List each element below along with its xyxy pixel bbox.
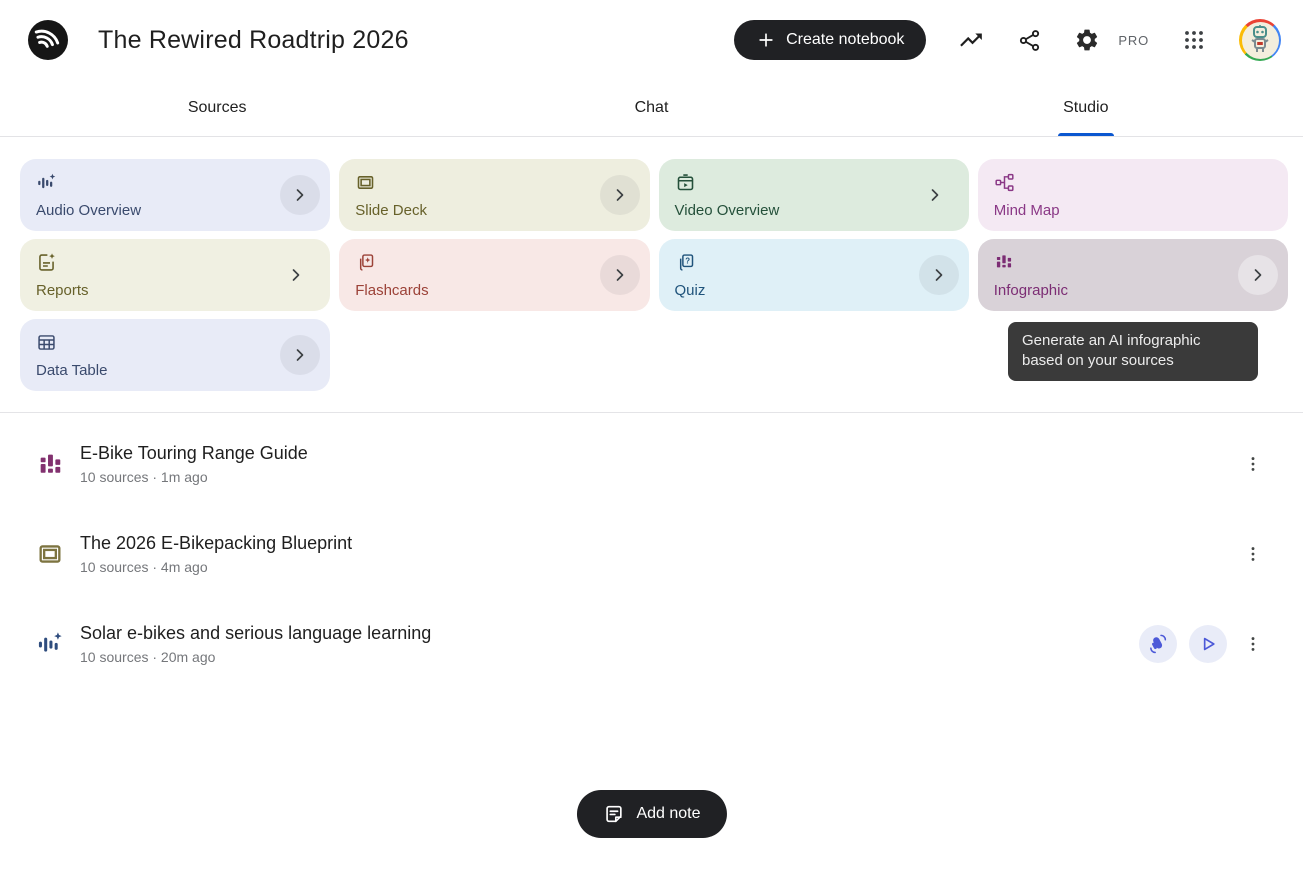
infographic-bars-icon [36,450,64,478]
settings-gear-icon[interactable] [1074,27,1100,53]
create-notebook-button[interactable]: Create notebook [734,20,926,60]
infographic-tooltip: Generate an AI infographic based on your… [1008,322,1258,381]
chevron-right-icon[interactable] [280,175,320,215]
tooltip-line2: based on your sources [1022,351,1244,371]
artifact-list: E-Bike Touring Range Guide 10 sources · … [0,413,1303,689]
card-label: Video Overview [675,202,953,219]
share-icon[interactable] [1016,27,1042,53]
pro-badge: PRO [1118,33,1149,48]
artifact-row-slide-deck[interactable]: The 2026 E-Bikepacking Blueprint 10 sour… [0,509,1303,599]
artifact-row-audio-overview[interactable]: Solar e-bikes and serious language learn… [0,599,1303,689]
audio-waveform-sparkle-icon [36,630,64,658]
studio-card-flashcards[interactable]: Flashcards [339,239,649,311]
slide-icon [355,172,633,198]
add-note-button[interactable]: Add note [576,790,726,838]
avatar-robot-image [1242,22,1279,59]
chevron-right-icon[interactable] [600,175,640,215]
chevron-right-icon[interactable] [276,255,316,295]
play-button[interactable] [1189,625,1227,663]
add-note-label: Add note [636,805,700,823]
interactive-mode-hand-button[interactable] [1139,625,1177,663]
apps-grid-icon[interactable] [1181,27,1207,53]
artifact-meta: 10 sources · 1m ago [80,469,308,485]
bar-chart-icon [994,252,1272,277]
studio-card-video-overview[interactable]: Video Overview [659,159,969,231]
notebooklm-logo-icon[interactable] [28,20,68,60]
chevron-right-icon[interactable] [280,335,320,375]
chevron-right-icon[interactable] [919,255,959,295]
more-options-kebab-icon[interactable] [1241,536,1265,572]
main-tabbar: Sources Chat Studio [0,80,1303,137]
studio-card-reports[interactable]: Reports [20,239,330,311]
artifact-row-infographic[interactable]: E-Bike Touring Range Guide 10 sources · … [0,419,1303,509]
plus-icon [756,30,776,50]
flashcards-star-icon [355,252,633,278]
card-label: Flashcards [355,282,633,299]
mind-map-nodes-icon [994,172,1272,198]
slide-deck-icon [36,540,64,568]
studio-card-audio-overview[interactable]: Audio Overview [20,159,330,231]
tab-studio[interactable]: Studio [869,80,1303,136]
studio-card-quiz[interactable]: ? Quiz [659,239,969,311]
card-label: Reports [36,282,314,299]
card-label: Quiz [675,282,953,299]
studio-card-infographic[interactable]: Infographic [978,239,1288,311]
more-options-kebab-icon[interactable] [1241,446,1265,482]
notebook-title[interactable]: The Rewired Roadtrip 2026 [98,26,409,55]
card-label: Mind Map [994,202,1272,219]
note-icon [602,803,624,825]
analytics-trending-up-icon[interactable] [958,27,984,53]
card-label: Audio Overview [36,202,314,219]
artifact-meta: 10 sources · 20m ago [80,649,431,665]
app-header: The Rewired Roadtrip 2026 Create noteboo… [0,0,1303,80]
tab-chat[interactable]: Chat [434,80,868,136]
more-options-kebab-icon[interactable] [1241,626,1265,662]
artifact-meta: 10 sources · 4m ago [80,559,352,575]
video-player-icon [675,172,953,198]
studio-card-slide-deck[interactable]: Slide Deck [339,159,649,231]
artifact-title: E-Bike Touring Range Guide [80,443,308,464]
card-label: Slide Deck [355,202,633,219]
audio-waveform-sparkle-icon [36,172,314,198]
card-label: Infographic [994,282,1272,299]
table-grid-icon [36,332,314,358]
notebooklm-app: The Rewired Roadtrip 2026 Create noteboo… [0,0,1303,887]
tooltip-line1: Generate an AI infographic [1022,331,1244,351]
chevron-right-icon[interactable] [1238,255,1278,295]
card-label: Data Table [36,362,314,379]
svg-text:?: ? [685,256,690,265]
report-sparkle-icon [36,252,314,278]
user-avatar[interactable] [1239,19,1281,61]
chevron-right-icon[interactable] [915,175,955,215]
artifact-title: The 2026 E-Bikepacking Blueprint [80,533,352,554]
studio-card-data-table[interactable]: Data Table [20,319,330,391]
studio-card-mind-map[interactable]: Mind Map [978,159,1288,231]
chevron-right-icon[interactable] [600,255,640,295]
create-notebook-label: Create notebook [786,31,904,49]
tab-sources[interactable]: Sources [0,80,434,136]
quiz-cards-icon: ? [675,252,953,278]
artifact-title: Solar e-bikes and serious language learn… [80,623,431,644]
